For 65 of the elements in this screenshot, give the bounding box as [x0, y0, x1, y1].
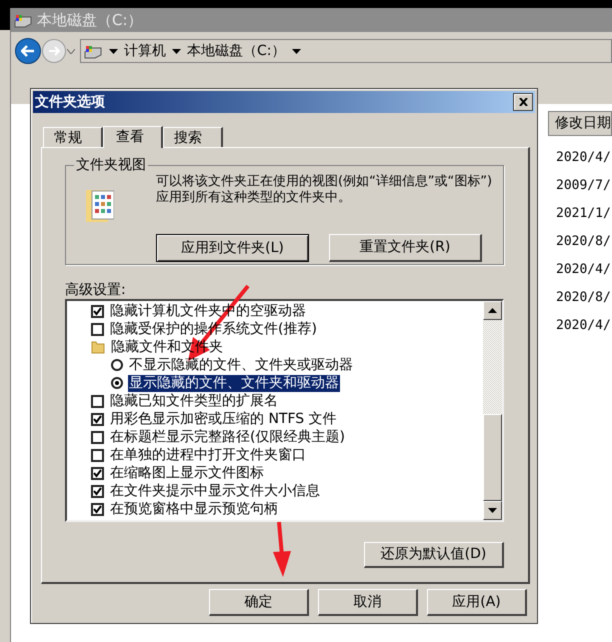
breadcrumb-item[interactable]: 本地磁盘（C:） — [187, 40, 286, 62]
forward-arrow-icon — [48, 46, 60, 56]
folder-view-icon — [86, 188, 114, 222]
date-cell-text: 2020/8/ — [556, 233, 612, 251]
setting-label[interactable]: 在缩略图上显示文件图标 — [109, 464, 265, 482]
back-button[interactable] — [15, 38, 41, 64]
date-cell-text: 2020/4/ — [556, 317, 612, 335]
tab[interactable]: 搜索 — [163, 127, 223, 147]
checkbox[interactable] — [91, 322, 104, 336]
setting-label[interactable]: 在标题栏显示完整路径(仅限经典主题) — [109, 428, 346, 446]
checkbox[interactable] — [91, 412, 104, 426]
date-cell-text: 2009/7/ — [556, 177, 612, 195]
dialog-button[interactable]: 确定 — [209, 589, 309, 616]
scrollbar[interactable] — [483, 301, 502, 520]
breadcrumb-item[interactable]: 计算机 — [124, 40, 166, 62]
setting-label[interactable]: 在文件夹提示中显示文件大小信息 — [109, 482, 321, 500]
setting-label[interactable]: 用彩色显示加密或压缩的 NTFS 文件 — [109, 410, 338, 428]
setting-label[interactable]: 隐藏已知文件类型的扩展名 — [109, 392, 279, 410]
column-header[interactable]: 修改日期 — [548, 111, 612, 136]
close-button[interactable] — [513, 93, 533, 111]
checkbox[interactable] — [91, 448, 104, 462]
breadcrumb-caret-icon — [172, 48, 181, 54]
checkbox[interactable] — [91, 484, 104, 498]
annotation-arrow — [273, 522, 291, 577]
advanced-label: 高级设置: — [65, 281, 126, 299]
checkbox[interactable] — [91, 502, 104, 516]
scroll-up-button[interactable] — [483, 301, 502, 320]
group-button[interactable]: 重置文件夹(R) — [329, 234, 482, 262]
close-icon — [518, 98, 528, 106]
scroll-thumb[interactable] — [483, 414, 502, 501]
history-caret-icon[interactable] — [67, 48, 75, 54]
radio-button[interactable] — [111, 377, 123, 389]
date-cell-text: 2020/8/ — [556, 289, 612, 307]
tab[interactable]: 查看 — [103, 126, 163, 148]
down-arrow-icon — [488, 508, 497, 513]
dialog-title: 文件夹选项 — [35, 92, 105, 112]
date-cell-text: 2020/4/ — [556, 149, 612, 167]
date-cell-text: 2021/1/ — [556, 205, 612, 223]
drive-icon — [13, 12, 33, 28]
setting-label[interactable]: 在预览窗格中显示预览句柄 — [109, 500, 279, 518]
back-arrow-icon — [21, 45, 35, 57]
breadcrumb-caret-icon — [109, 48, 118, 54]
setting-label[interactable]: 显示隐藏的文件、文件夹和驱动器 — [128, 374, 340, 392]
group-button[interactable]: 应用到文件夹(L) — [156, 234, 309, 262]
dialog-button[interactable]: 取消 — [318, 589, 418, 616]
checkbox[interactable] — [91, 394, 104, 408]
tab[interactable]: 常规 — [43, 127, 103, 147]
restore-defaults-button[interactable]: 还原为默认值(D) — [364, 542, 504, 568]
checkbox[interactable] — [91, 430, 104, 444]
address-bar[interactable]: 计算机 本地磁盘（C:） — [80, 39, 612, 63]
group-title: 文件夹视图 — [74, 156, 148, 174]
window-title: 本地磁盘（C:） — [37, 10, 143, 31]
checkbox[interactable] — [91, 466, 104, 480]
setting-label[interactable]: 不显示隐藏的文件、文件夹或驱动器 — [128, 356, 354, 374]
computer-icon — [83, 43, 103, 59]
address-dropdown-icon — [292, 48, 300, 54]
up-arrow-icon — [488, 308, 497, 313]
checkbox[interactable] — [91, 304, 104, 318]
scroll-down-button[interactable] — [483, 501, 502, 520]
date-cell-text: 2020/4/ — [556, 261, 612, 279]
radio-button[interactable] — [111, 359, 123, 371]
setting-label[interactable]: 在单独的进程中打开文件夹窗口 — [109, 446, 307, 464]
description-text: 可以将该文件夹正在使用的视图(例如“详细信息”或“图标”)应用到所有这种类型的文件夹中。 — [156, 174, 494, 206]
dialog-button[interactable]: 应用(A) — [427, 589, 527, 616]
folder-icon — [91, 340, 105, 354]
